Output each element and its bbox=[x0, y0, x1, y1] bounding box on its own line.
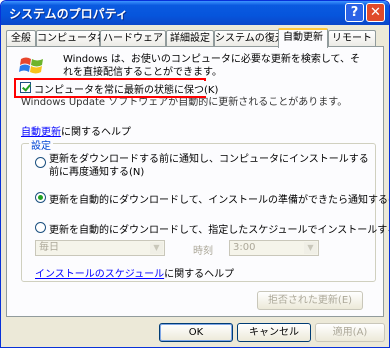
notify-before-download-radio[interactable] bbox=[35, 157, 46, 168]
time-select[interactable]: 3:00 ▼ bbox=[229, 240, 319, 256]
windows-update-icon bbox=[19, 57, 43, 74]
window-title: システムのプロパティ bbox=[9, 7, 128, 21]
update-help: 自動更新に関するヘルプ bbox=[21, 123, 131, 138]
update-help-suffix: に関するヘルプ bbox=[61, 127, 131, 138]
tab-system-restore[interactable]: システムの復元 bbox=[214, 30, 285, 46]
schedule-help-link[interactable]: インストールのスケジュール bbox=[35, 269, 164, 280]
chevron-down-icon: ▼ bbox=[304, 242, 317, 254]
title-bar[interactable]: システムのプロパティ ? ✕ bbox=[1, 1, 389, 25]
keep-current-checkbox[interactable] bbox=[20, 82, 31, 93]
settings-legend: 設定 bbox=[29, 137, 53, 152]
auto-download-schedule-radio[interactable] bbox=[35, 222, 46, 233]
system-properties-window: システムのプロパティ ? ✕ 全般 コンピュータ名 ハードウェア 詳細設定 シス… bbox=[0, 0, 390, 348]
keep-current-hint: Windows Update ソフトウェアが自動的に更新されることがあります。 bbox=[21, 97, 348, 108]
time-label: 時刻 bbox=[193, 246, 213, 257]
tab-computer-name[interactable]: コンピュータ名 bbox=[36, 30, 107, 46]
day-select-value: 毎日 bbox=[39, 242, 59, 253]
time-select-value: 3:00 bbox=[233, 242, 256, 253]
tab-advanced[interactable]: 詳細設定 bbox=[166, 30, 214, 46]
tab-general[interactable]: 全般 bbox=[6, 30, 36, 46]
intro-text: Windows は、お使いのコンピュータに必要な更新を検索して、それを直接配信す… bbox=[63, 54, 361, 78]
day-select[interactable]: 毎日 ▼ bbox=[35, 240, 165, 256]
notify-before-download-label[interactable]: 更新をダウンロードする前に通知し、コンピュータにインストールする前に再度通知する… bbox=[49, 153, 369, 179]
tab-automatic-updates[interactable]: 自動更新 bbox=[278, 28, 328, 48]
schedule-help-suffix: に関するヘルプ bbox=[164, 269, 235, 280]
cancel-button[interactable]: キャンセル bbox=[237, 323, 311, 342]
auto-download-schedule-label[interactable]: 更新を自動的にダウンロードして、指定したスケジュールでインストールする(U) bbox=[49, 221, 389, 236]
chevron-down-icon: ▼ bbox=[150, 242, 163, 254]
tab-hardware[interactable]: ハードウェア bbox=[100, 30, 166, 46]
help-button[interactable]: ? bbox=[345, 3, 364, 22]
auto-download-notify-radio[interactable] bbox=[35, 192, 46, 203]
ok-button[interactable]: OK bbox=[159, 323, 233, 342]
apply-button[interactable]: 適用(A) bbox=[315, 323, 385, 342]
close-button[interactable]: ✕ bbox=[366, 3, 385, 22]
auto-download-notify-label[interactable]: 更新を自動的にダウンロードして、インストールの準備ができたら通知する(D) bbox=[49, 191, 389, 206]
schedule-help: インストールのスケジュールに関するヘルプ bbox=[35, 265, 234, 280]
tab-remote[interactable]: リモート bbox=[328, 30, 376, 46]
declined-updates-button[interactable]: 拒否された更新(E) bbox=[257, 291, 363, 310]
keep-current-label[interactable]: コンピュータを常に最新の状態に保つ(K) bbox=[34, 81, 219, 96]
